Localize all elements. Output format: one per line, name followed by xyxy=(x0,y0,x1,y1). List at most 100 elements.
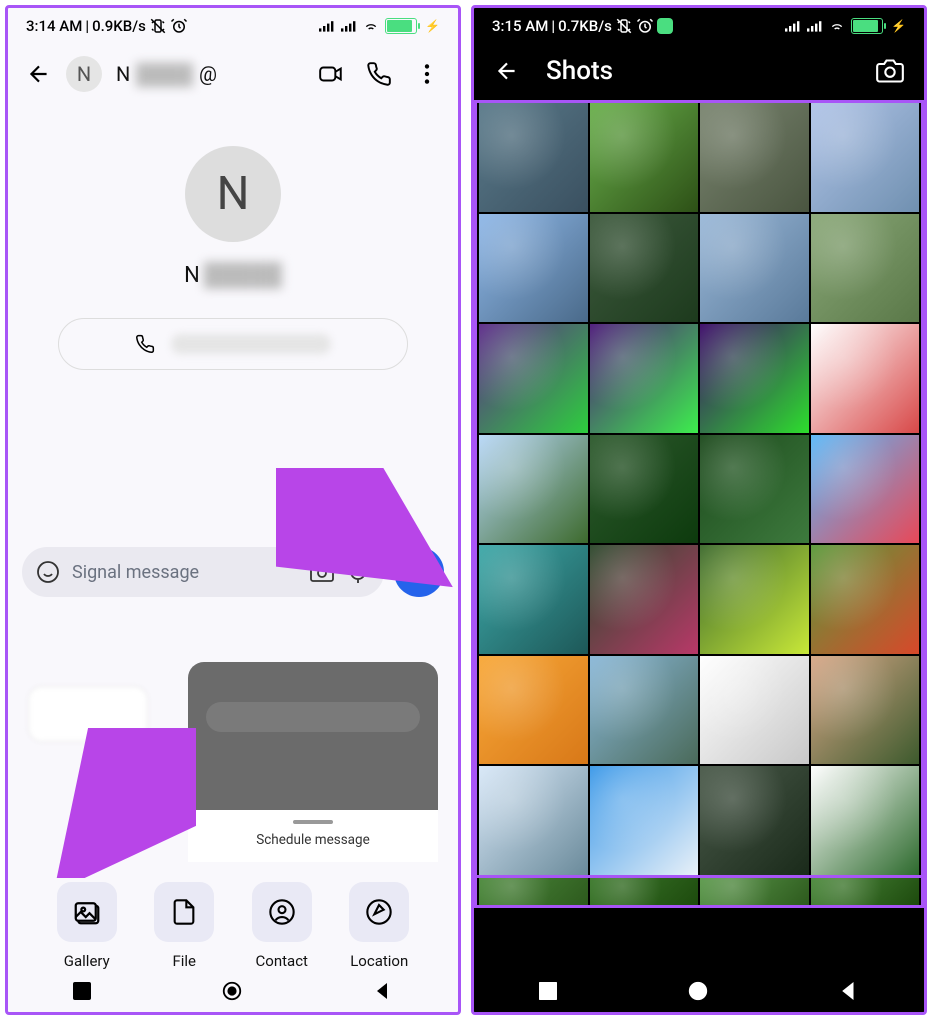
alarm-icon xyxy=(170,17,188,35)
status-time: 3:15 AM xyxy=(492,17,548,35)
emoji-icon[interactable] xyxy=(36,560,60,584)
nav-recents-icon[interactable] xyxy=(73,982,91,1000)
chat-body: N N █████ xyxy=(8,106,458,380)
camera-icon[interactable] xyxy=(310,560,334,584)
photo-thumb[interactable] xyxy=(811,656,920,765)
message-placeholder: Signal message xyxy=(72,562,298,583)
photo-thumb[interactable] xyxy=(811,324,920,433)
photo-thumb[interactable] xyxy=(700,435,809,544)
attach-plus-button[interactable] xyxy=(394,547,444,597)
message-input-area: Signal message xyxy=(22,547,444,597)
photo-grid xyxy=(474,100,924,878)
gallery-icon xyxy=(72,897,102,927)
photo-thumb[interactable] xyxy=(590,878,699,905)
shots-title: Shots xyxy=(546,56,850,86)
voice-call-icon[interactable] xyxy=(366,61,392,87)
photo-thumb[interactable] xyxy=(479,766,588,875)
status-net-speed: 0.7KB/s xyxy=(558,17,612,35)
photo-thumb[interactable] xyxy=(590,324,699,433)
nav-recents-icon[interactable] xyxy=(539,982,557,1000)
photo-thumb[interactable] xyxy=(479,545,588,654)
nav-home-icon[interactable] xyxy=(221,980,243,1002)
drag-handle-icon[interactable] xyxy=(293,820,333,824)
battery-icon xyxy=(385,18,417,34)
attachment-options-row: Gallery File Contact Location xyxy=(28,874,438,970)
file-icon xyxy=(170,898,198,926)
nav-bar xyxy=(474,970,924,1012)
header-contact-name[interactable]: N ████ @ xyxy=(116,62,304,87)
mic-icon[interactable] xyxy=(346,560,370,584)
photo-thumb[interactable] xyxy=(479,878,588,905)
photo-thumb[interactable] xyxy=(479,435,588,544)
status-bar: 3:15 AM | 0.7KB/s ⚡ xyxy=(474,8,924,42)
status-time: 3:14 AM xyxy=(26,17,82,35)
signal-icon xyxy=(341,18,357,34)
attachment-sheet: Schedule message Gallery File Contact Lo… xyxy=(8,662,458,970)
call-number-pill[interactable] xyxy=(58,318,408,370)
photo-thumb[interactable] xyxy=(700,878,809,905)
signal-icon xyxy=(807,18,823,34)
recent-preview-small[interactable] xyxy=(28,686,148,742)
photo-thumb[interactable] xyxy=(700,103,809,212)
photo-thumb[interactable] xyxy=(590,766,699,875)
photo-thumb[interactable] xyxy=(811,878,920,905)
photo-thumb[interactable] xyxy=(811,435,920,544)
photo-thumb[interactable] xyxy=(590,435,699,544)
contact-name-large: N █████ xyxy=(184,262,282,288)
wifi-icon xyxy=(829,18,845,34)
phone-icon xyxy=(135,334,155,354)
attach-location[interactable]: Location xyxy=(349,882,409,970)
nav-home-icon[interactable] xyxy=(687,980,709,1002)
message-input[interactable]: Signal message xyxy=(22,547,384,597)
attach-file[interactable]: File xyxy=(154,882,214,970)
photo-thumb[interactable] xyxy=(700,545,809,654)
nav-back-icon[interactable] xyxy=(839,981,859,1001)
schedule-message-label[interactable]: Schedule message xyxy=(256,832,370,848)
photo-thumb[interactable] xyxy=(811,214,920,323)
plus-icon xyxy=(406,559,432,585)
photo-thumb[interactable] xyxy=(479,103,588,212)
vibrate-off-icon xyxy=(149,17,167,35)
video-call-icon[interactable] xyxy=(318,61,344,87)
photo-thumb[interactable] xyxy=(590,103,699,212)
back-icon[interactable] xyxy=(494,58,520,84)
photo-thumb[interactable] xyxy=(590,545,699,654)
back-icon[interactable] xyxy=(26,61,52,87)
vibrate-off-icon xyxy=(615,17,633,35)
signal-icon xyxy=(319,18,335,34)
camera-icon[interactable] xyxy=(876,57,904,85)
photo-thumb[interactable] xyxy=(700,214,809,323)
battery-icon xyxy=(851,18,883,34)
phone-signal-chat: 3:14 AM | 0.9KB/s ⚡ N N ████ @ xyxy=(5,5,461,1015)
status-bar: 3:14 AM | 0.9KB/s ⚡ xyxy=(8,8,458,42)
phone-number-redacted xyxy=(171,334,331,354)
status-net-speed: 0.9KB/s xyxy=(92,17,146,35)
charging-icon: ⚡ xyxy=(425,19,440,33)
attach-contact[interactable]: Contact xyxy=(252,882,312,970)
attach-gallery[interactable]: Gallery xyxy=(57,882,117,970)
photo-thumb[interactable] xyxy=(479,324,588,433)
photo-thumb[interactable] xyxy=(700,656,809,765)
photo-thumb[interactable] xyxy=(811,766,920,875)
alarm-icon xyxy=(636,17,654,35)
photo-thumb[interactable] xyxy=(479,656,588,765)
recent-preview-large[interactable]: Schedule message xyxy=(188,662,438,862)
more-icon[interactable] xyxy=(414,61,440,87)
app-badge-icon xyxy=(657,18,673,34)
chat-header: N N ████ @ xyxy=(8,42,458,106)
location-icon xyxy=(365,898,393,926)
photo-thumb[interactable] xyxy=(811,103,920,212)
signal-icon xyxy=(785,18,801,34)
shots-header: Shots xyxy=(474,42,924,100)
phone-gallery-shots: 3:15 AM | 0.7KB/s ⚡ Shots xyxy=(471,5,927,1015)
photo-thumb[interactable] xyxy=(700,766,809,875)
contact-avatar-large: N xyxy=(185,146,281,242)
nav-back-icon[interactable] xyxy=(373,981,393,1001)
photo-thumb[interactable] xyxy=(811,545,920,654)
photo-thumb[interactable] xyxy=(590,214,699,323)
photo-thumb[interactable] xyxy=(590,656,699,765)
photo-thumb[interactable] xyxy=(700,324,809,433)
photo-thumb[interactable] xyxy=(479,214,588,323)
header-avatar[interactable]: N xyxy=(66,56,102,92)
photo-grid-partial xyxy=(474,878,924,908)
